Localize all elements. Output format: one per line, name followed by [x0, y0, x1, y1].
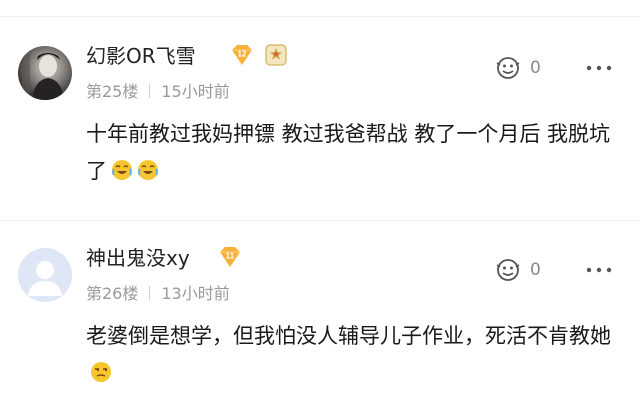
level-number: 11: [226, 252, 235, 261]
diamond-level-badge-icon: 11: [220, 247, 240, 267]
comment-item: 神出鬼没xy 11 第26楼 13小时前 0 老婆倒是想学，但我怕没人辅导儿子作…: [0, 232, 640, 411]
user-avatar[interactable]: [18, 46, 72, 100]
meta-separator: [149, 286, 151, 300]
username[interactable]: 神出鬼没xy: [86, 246, 190, 270]
unamused-emoji-icon: [91, 362, 111, 382]
floor-number: 第26楼: [86, 284, 139, 303]
meta-separator: [149, 84, 151, 98]
comment-meta: 第25楼 15小时前: [86, 82, 230, 102]
comment-time: 13小时前: [161, 284, 230, 303]
like-count: 0: [530, 58, 541, 78]
like-count: 0: [530, 260, 541, 280]
comment-content: 老婆倒是想学，但我怕没人辅导儿子作业，死活不肯教她: [86, 318, 616, 392]
crying-laughing-emoji-icon: [112, 160, 132, 180]
divider: [0, 220, 640, 221]
comment-text: 老婆倒是想学，但我怕没人辅导儿子作业，死活不肯教她: [86, 324, 611, 348]
user-avatar[interactable]: [18, 248, 72, 302]
like-button[interactable]: 0: [494, 256, 541, 284]
comment-text: 十年前教过我妈押镖 教过我爸帮战 教了一个月后 我脱坑了: [86, 122, 611, 183]
crying-laughing-emoji-icon: [138, 160, 158, 180]
divider: [0, 16, 640, 17]
like-icon: [496, 259, 520, 281]
comment-content: 十年前教过我妈押镖 教过我爸帮战 教了一个月后 我脱坑了: [86, 116, 616, 190]
comment-list: 幻影OR飞雪 12 第25楼 15小时前 0 十年前教过我妈押镖 教过我爸帮战 …: [0, 0, 640, 411]
like-icon: [496, 57, 520, 79]
medal-badge-icon: [265, 44, 287, 66]
more-options-icon[interactable]: [584, 56, 614, 80]
level-number: 12: [238, 50, 247, 59]
diamond-level-badge-icon: 12: [232, 45, 252, 65]
avatar-person-icon: [22, 53, 64, 100]
comment-item: 幻影OR飞雪 12 第25楼 15小时前 0 十年前教过我妈押镖 教过我爸帮战 …: [0, 30, 640, 215]
default-avatar-icon: [28, 261, 62, 296]
like-button[interactable]: 0: [494, 54, 541, 82]
comment-meta: 第26楼 13小时前: [86, 284, 230, 304]
username[interactable]: 幻影OR飞雪: [86, 44, 196, 68]
more-options-icon[interactable]: [584, 258, 614, 282]
floor-number: 第25楼: [86, 82, 139, 101]
comment-time: 15小时前: [161, 82, 230, 101]
